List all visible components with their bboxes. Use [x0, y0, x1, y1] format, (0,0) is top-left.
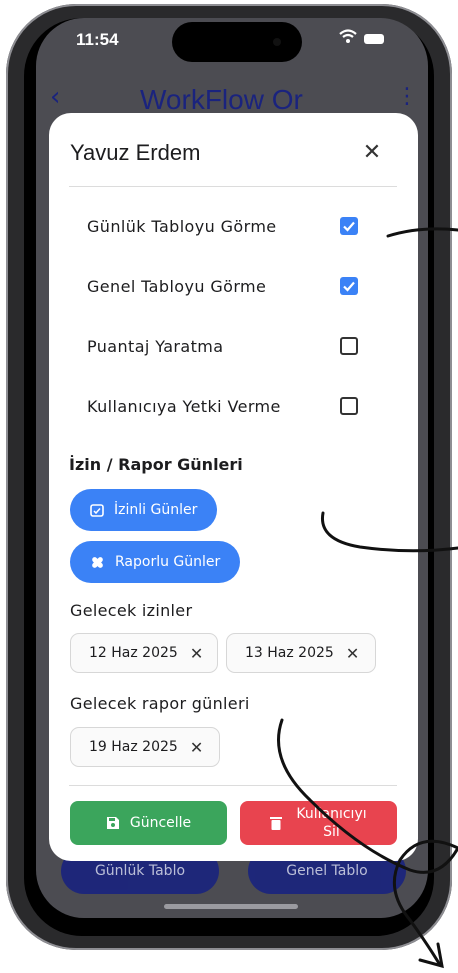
delete-button-label-line1: Kullanıcıyı — [296, 806, 367, 822]
status-bar: 11:54 — [36, 18, 428, 68]
delete-user-button[interactable]: Kullanıcıyı Sil — [240, 801, 397, 845]
divider — [69, 186, 397, 187]
update-button-label: Güncelle — [129, 815, 192, 831]
chip-label: 19 Haz 2025 — [89, 739, 178, 755]
checkbox-unchecked[interactable] — [340, 397, 358, 415]
checkbox-unchecked[interactable] — [340, 337, 358, 355]
delete-button-label-line2: Sil — [323, 824, 340, 840]
permission-label: Puantaj Yaratma — [87, 337, 224, 356]
battery-icon — [364, 34, 384, 44]
check-icon — [343, 221, 355, 232]
leave-days-label: İzinli Günler — [114, 502, 198, 518]
dynamic-island — [172, 22, 302, 62]
permission-label: Kullanıcıya Yetki Verme — [87, 397, 281, 416]
back-icon[interactable]: ‹ — [50, 82, 60, 112]
chip-label: 12 Haz 2025 — [89, 645, 178, 661]
permission-row[interactable]: Genel Tabloyu Görme — [87, 273, 387, 303]
close-icon[interactable]: ✕ — [357, 139, 387, 169]
camera-dot — [273, 38, 281, 46]
leave-days-button[interactable]: İzinli Günler — [70, 489, 218, 531]
checkbox-checked[interactable] — [340, 277, 358, 295]
remove-icon[interactable]: ✕ — [190, 644, 203, 663]
report-days-label: Raporlu Günler — [115, 554, 221, 570]
home-indicator — [164, 904, 298, 909]
status-time: 11:54 — [76, 30, 119, 49]
permission-row[interactable]: Kullanıcıya Yetki Verme — [87, 393, 387, 423]
update-button[interactable]: Güncelle — [70, 801, 227, 845]
remove-icon[interactable]: ✕ — [346, 644, 359, 663]
check-icon — [343, 281, 355, 292]
permission-label: Genel Tabloyu Görme — [87, 277, 267, 296]
save-icon — [106, 817, 119, 829]
permission-row[interactable]: Günlük Tabloyu Görme — [87, 213, 387, 243]
trash-icon — [270, 817, 283, 830]
permission-label: Günlük Tabloyu Görme — [87, 217, 277, 236]
app-title: WorkFlow Or — [140, 84, 303, 115]
chip-label: 13 Haz 2025 — [245, 645, 334, 661]
calendar-icon — [90, 504, 104, 517]
wifi-icon — [339, 29, 357, 43]
section-title: İzin / Rapor Günleri — [69, 455, 243, 474]
dialog-title: Yavuz Erdem — [70, 140, 201, 165]
permission-row[interactable]: Puantaj Yaratma — [87, 333, 387, 363]
upcoming-leaves-label: Gelecek izinler — [70, 601, 193, 620]
upcoming-reports-label: Gelecek rapor günleri — [70, 694, 250, 713]
divider — [69, 785, 397, 786]
user-permissions-dialog: Yavuz Erdem ✕ Günlük Tabloyu Görme Genel… — [49, 113, 418, 861]
bandage-icon — [92, 556, 103, 568]
report-date-chip[interactable]: 19 Haz 2025 ✕ — [70, 727, 220, 767]
leave-date-chip[interactable]: 12 Haz 2025 ✕ — [70, 633, 218, 673]
report-days-button[interactable]: Raporlu Günler — [70, 541, 241, 583]
checkbox-checked[interactable] — [340, 217, 358, 235]
leave-date-chip[interactable]: 13 Haz 2025 ✕ — [226, 633, 376, 673]
remove-icon[interactable]: ✕ — [190, 738, 203, 757]
more-icon[interactable]: ⋮ — [396, 84, 418, 109]
